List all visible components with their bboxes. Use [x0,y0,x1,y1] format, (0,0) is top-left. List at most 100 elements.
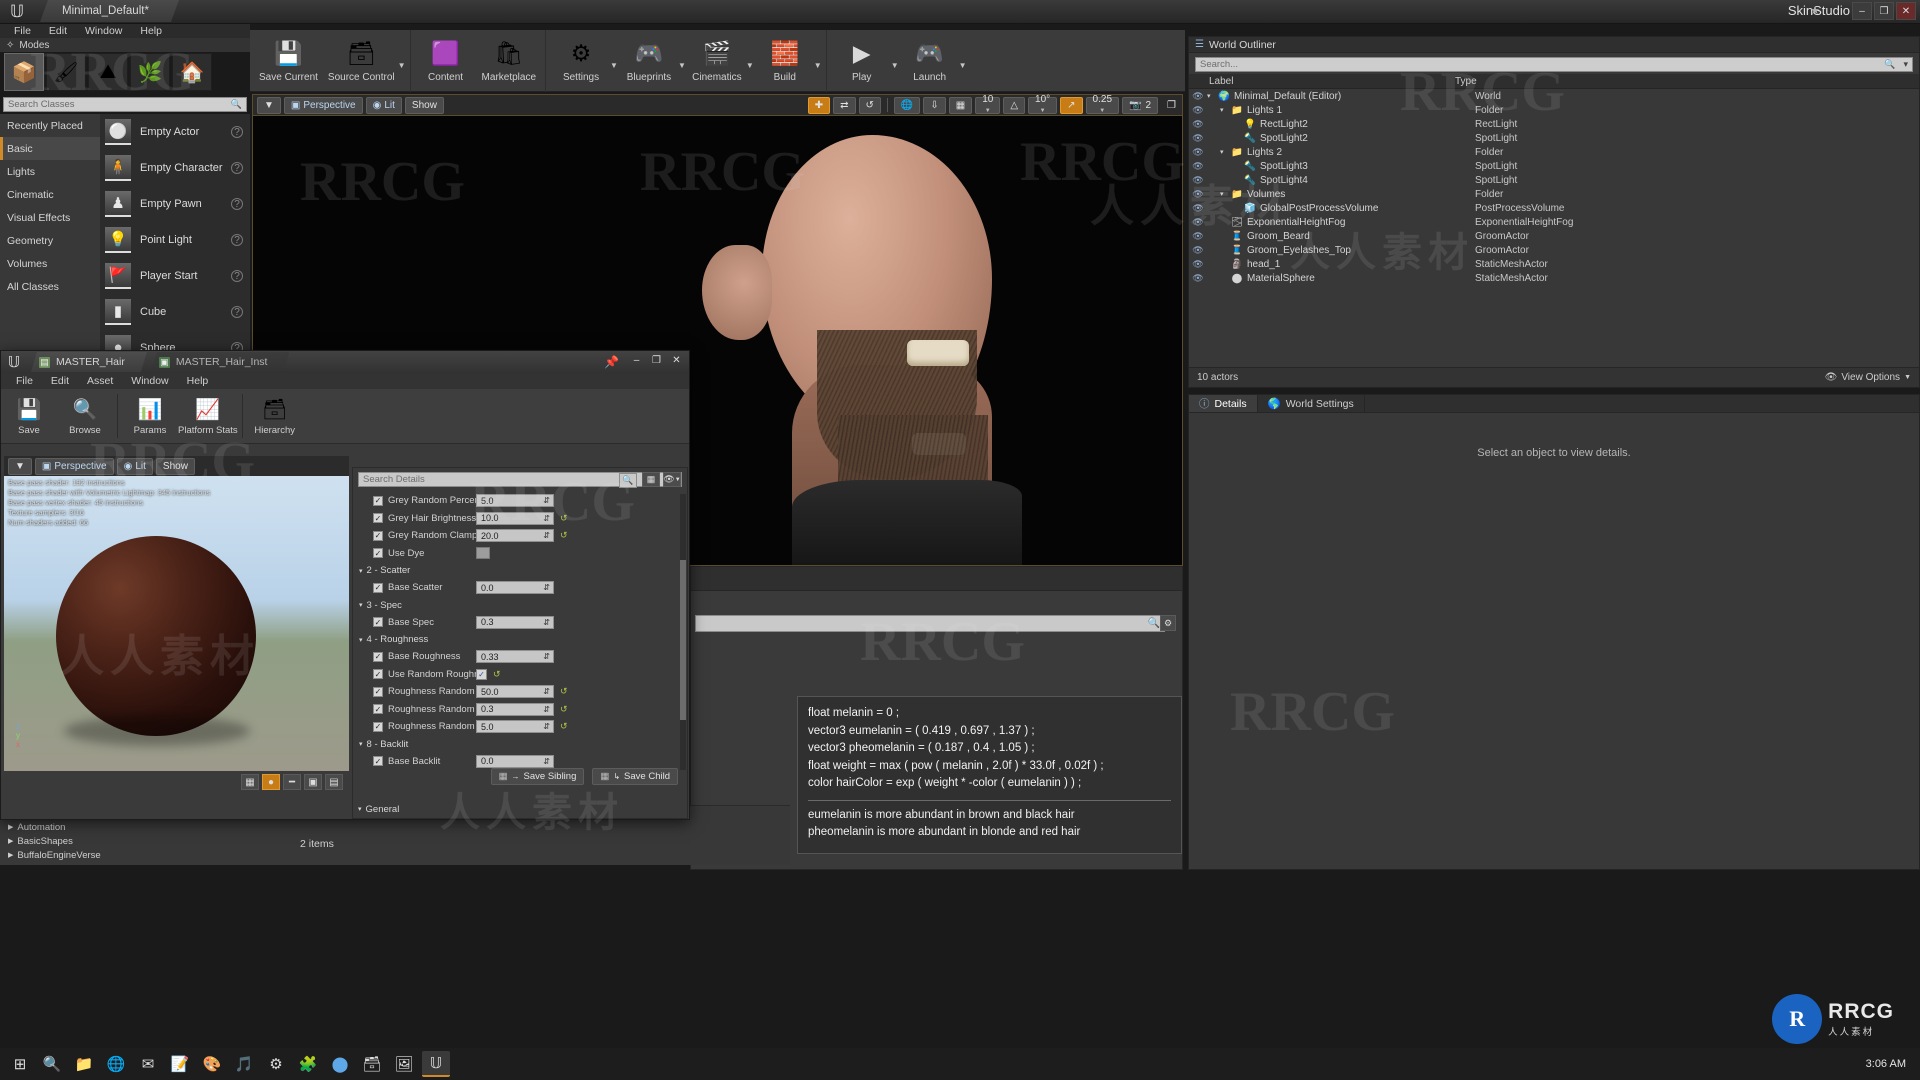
spinner-icon[interactable]: ⇵ [543,722,550,731]
grid-icon[interactable]: ▦ [642,472,660,487]
table-row[interactable]: 👁🧵Groom_Eyelashes_TopGroomActor [1189,243,1919,257]
visibility-eye-icon[interactable]: 👁 [1189,259,1207,270]
tab-details[interactable]: ⓘ Details [1189,395,1258,412]
material-viewport-options-button[interactable]: ▼ [8,458,32,475]
save-sibling-button[interactable]: ▦ → Save Sibling [491,768,585,785]
material-view-mode-dropdown[interactable]: ◉ Lit [117,458,153,475]
table-row[interactable]: 👁🧊GlobalPostProcessVolumePostProcessVolu… [1189,201,1919,215]
preview-cube-button[interactable]: ▣ [304,774,322,790]
search-icon[interactable]: 🔍 [619,473,637,488]
property-bool-checkbox[interactable]: ✓ [476,669,487,680]
grid-snap-toggle[interactable]: ▦ [949,97,972,114]
list-item[interactable]: 🚩 Player Start ? [100,258,250,294]
table-row[interactable]: 👁💡RectLight2RectLight [1189,117,1919,131]
build-button[interactable]: 🧱 Build [754,32,816,90]
perspective-dropdown[interactable]: ▣ Perspective [284,97,363,114]
category-visual-effects[interactable]: Visual Effects [0,206,100,229]
tab-master-hair[interactable]: ▤ MASTER_Hair [31,352,147,372]
spinner-icon[interactable]: ⇵ [543,705,550,714]
scale-snap-toggle[interactable]: ↗ [1060,97,1082,114]
taskbar-files-icon[interactable]: 🗃 [358,1051,386,1077]
preview-custom-mesh-button[interactable]: ▤ [325,774,343,790]
save-child-button[interactable]: ▦ ↳ Save Child [592,768,678,785]
settings-button[interactable]: ⚙ Settings [550,32,612,90]
view-options-label[interactable]: View Options [1841,372,1900,383]
visibility-eye-icon[interactable]: 👁 [1189,161,1207,172]
category-basic[interactable]: Basic [0,137,100,160]
column-type[interactable]: Type [1455,76,1477,87]
property-value-input[interactable]: 5.0⇵ [476,494,554,507]
spinner-icon[interactable]: ⇵ [543,687,550,696]
property-override-checkbox[interactable]: ✓ [373,652,383,662]
cinematics-caret-icon[interactable]: ▼ [746,51,754,70]
blueprints-caret-icon[interactable]: ▼ [678,51,686,70]
spinner-icon[interactable]: ⇵ [543,496,550,505]
property-override-checkbox[interactable]: ✓ [373,722,383,732]
table-row[interactable]: 👁🌫ExponentialHeightFogExponentialHeightF… [1189,215,1919,229]
spinner-icon[interactable]: ⇵ [543,583,550,592]
table-row[interactable]: 👁🔦SpotLight3SpotLight [1189,159,1919,173]
details-scrollbar[interactable] [680,494,686,770]
pin-icon[interactable]: 📌 [604,355,619,369]
minimize-button[interactable]: – [1852,2,1872,20]
property-value-input[interactable]: 0.33⇵ [476,650,554,663]
marketplace-button[interactable]: 🛍 Marketplace [477,32,541,90]
reset-to-default-icon[interactable]: ↺ [493,669,501,680]
eye-icon[interactable]: 👁▼ [663,472,681,487]
expand-triangle-icon[interactable]: ▾ [1207,92,1214,100]
start-button[interactable]: ⊞ [6,1051,34,1077]
scale-snap-value[interactable]: 0.25 ▼ [1086,97,1119,114]
maximize-button[interactable]: ❐ [1874,2,1894,20]
tree-item[interactable]: ▶ BuffaloEngineVerse [0,848,790,862]
property-value-input[interactable]: 0.0⇵ [476,581,554,594]
table-row[interactable]: 👁🗿head_1StaticMeshActor [1189,257,1919,271]
property-override-checkbox[interactable]: ✓ [373,496,383,506]
material-perspective-dropdown[interactable]: ▣ Perspective [35,458,114,475]
source-control-button[interactable]: 🗃 Source Control [323,32,400,90]
taskbar-folder-icon[interactable]: 📁 [70,1051,98,1077]
build-caret-icon[interactable]: ▼ [814,51,822,70]
list-item[interactable]: 💡 Point Light ? [100,222,250,258]
taskbar-unreal-icon[interactable]: 𝕌 [422,1051,450,1077]
close-button[interactable]: ✕ [1896,2,1916,20]
material-menu-edit[interactable]: Edit [42,374,78,388]
expand-triangle-icon[interactable]: ▾ [1220,106,1227,114]
category-cinematic[interactable]: Cinematic [0,183,100,206]
material-menu-file[interactable]: File [7,374,42,388]
color-swatch[interactable] [476,547,490,559]
property-value-input[interactable]: 0.3⇵ [476,703,554,716]
category-recently-placed[interactable]: Recently Placed [0,114,100,137]
taskbar-paint-icon[interactable]: 🎨 [198,1051,226,1077]
menu-file[interactable]: File [5,24,40,38]
viewport-options-button[interactable]: ▼ [257,97,281,114]
menu-edit[interactable]: Edit [40,24,76,38]
camera-speed-value[interactable]: 📷 2 [1122,97,1158,114]
world-outliner-tab[interactable]: ☰ World Outliner [1189,37,1919,53]
grid-snap-value[interactable]: 10 ▼ [975,97,1000,114]
menu-help[interactable]: Help [131,24,171,38]
rotation-snap-value[interactable]: 10° ▼ [1028,97,1057,114]
property-value-input[interactable]: 20.0⇵ [476,529,554,542]
play-caret-icon[interactable]: ▼ [891,51,899,70]
material-menu-window[interactable]: Window [122,374,177,388]
tree-item[interactable]: ▶ BasicShapes [0,834,790,848]
property-category[interactable]: ▾8 - Backlit [353,736,687,753]
expand-triangle-icon[interactable]: ▾ [1220,190,1227,198]
preview-cylinder-button[interactable]: ▦ [241,774,259,790]
visibility-eye-icon[interactable]: 👁 [1189,105,1207,116]
taskbar-mail-icon[interactable]: ✉ [134,1051,162,1077]
property-override-checkbox[interactable]: ✓ [373,583,383,593]
taskbar-browser-icon[interactable]: 🌐 [102,1051,130,1077]
content-button[interactable]: 🟪 Content [415,32,477,90]
help-icon[interactable]: ? [231,198,243,210]
category-volumes[interactable]: Volumes [0,252,100,275]
taskbar-notes-icon[interactable]: 📝 [166,1051,194,1077]
property-override-checkbox[interactable]: ✓ [373,669,383,679]
visibility-eye-icon[interactable]: 👁 [1189,231,1207,242]
translate-tool-button[interactable]: ⇄ [833,97,855,114]
property-override-checkbox[interactable]: ✓ [373,617,383,627]
help-icon[interactable]: ? [231,234,243,246]
landscape-mode-button[interactable]: ⛰ [88,53,128,91]
help-icon[interactable]: ? [231,126,243,138]
reset-to-default-icon[interactable]: ↺ [560,721,568,732]
